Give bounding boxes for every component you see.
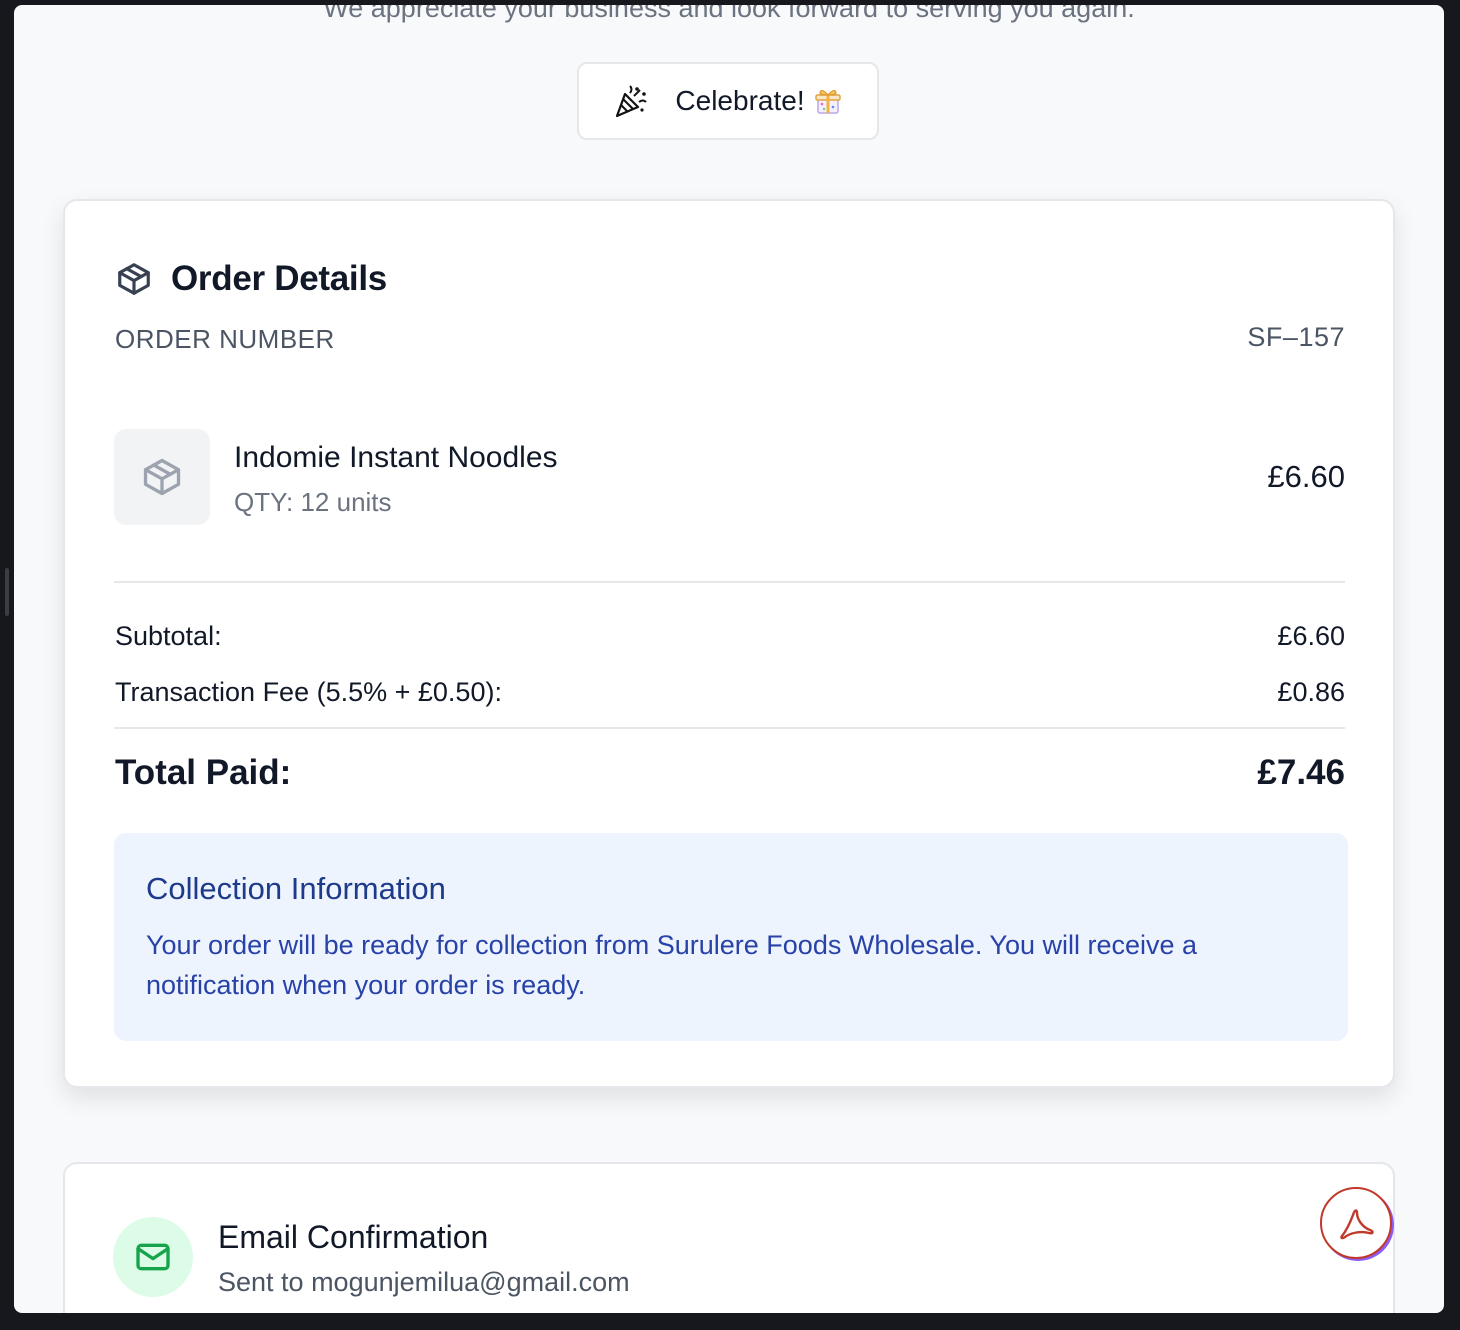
thank-you-tagline: We appreciate your business and look for… [323, 5, 1135, 23]
order-number-value: SF–157 [1247, 322, 1345, 352]
order-number-label: ORDER NUMBER [115, 324, 335, 354]
order-details-title: Order Details [171, 259, 387, 298]
email-confirmation-address: Sent to mogunjemilua@gmail.com [218, 1267, 630, 1297]
transaction-fee-label: Transaction Fee (5.5% + £0.50): [115, 677, 502, 707]
download-pdf-button[interactable] [1320, 1187, 1392, 1259]
celebrate-button-label: Celebrate! [675, 85, 805, 116]
collection-info-text: Your order will be ready for collection … [146, 930, 1198, 1000]
email-icon-badge [113, 1217, 193, 1297]
total-paid-label: Total Paid: [115, 753, 292, 792]
item-name: Indomie Instant Noodles [234, 441, 558, 474]
collection-info-box: Collection Information Your order will b… [114, 833, 1348, 1041]
order-details-header: Order Details [115, 259, 387, 299]
item-thumbnail [114, 429, 210, 525]
mail-icon [136, 1243, 170, 1271]
email-confirmation-card: Email Confirmation Sent to mogunjemilua@… [63, 1162, 1395, 1313]
gift-icon [814, 90, 841, 114]
subtotal-label: Subtotal: [115, 621, 222, 651]
transaction-fee-value: £0.86 [1277, 677, 1345, 707]
subtotal-value: £6.60 [1277, 621, 1345, 651]
package-icon [118, 263, 150, 295]
pdf-icon [1340, 1209, 1374, 1240]
item-price: £6.60 [1267, 459, 1345, 494]
email-confirmation-title: Email Confirmation [218, 1219, 489, 1255]
celebrate-button[interactable]: Celebrate! [577, 62, 879, 140]
collection-info-title: Collection Information [146, 871, 446, 906]
items-divider [114, 581, 1345, 583]
total-divider [114, 727, 1345, 729]
item-quantity: QTY: 12 units [234, 487, 392, 517]
window-resize-handle[interactable] [5, 568, 9, 616]
confirmation-page: We appreciate your business and look for… [14, 5, 1444, 1313]
total-paid-value: £7.46 [1257, 753, 1345, 792]
package-icon [143, 458, 181, 496]
order-details-card: Order Details ORDER NUMBER SF–157 Indomi… [63, 199, 1395, 1088]
party-popper-icon [616, 85, 648, 118]
